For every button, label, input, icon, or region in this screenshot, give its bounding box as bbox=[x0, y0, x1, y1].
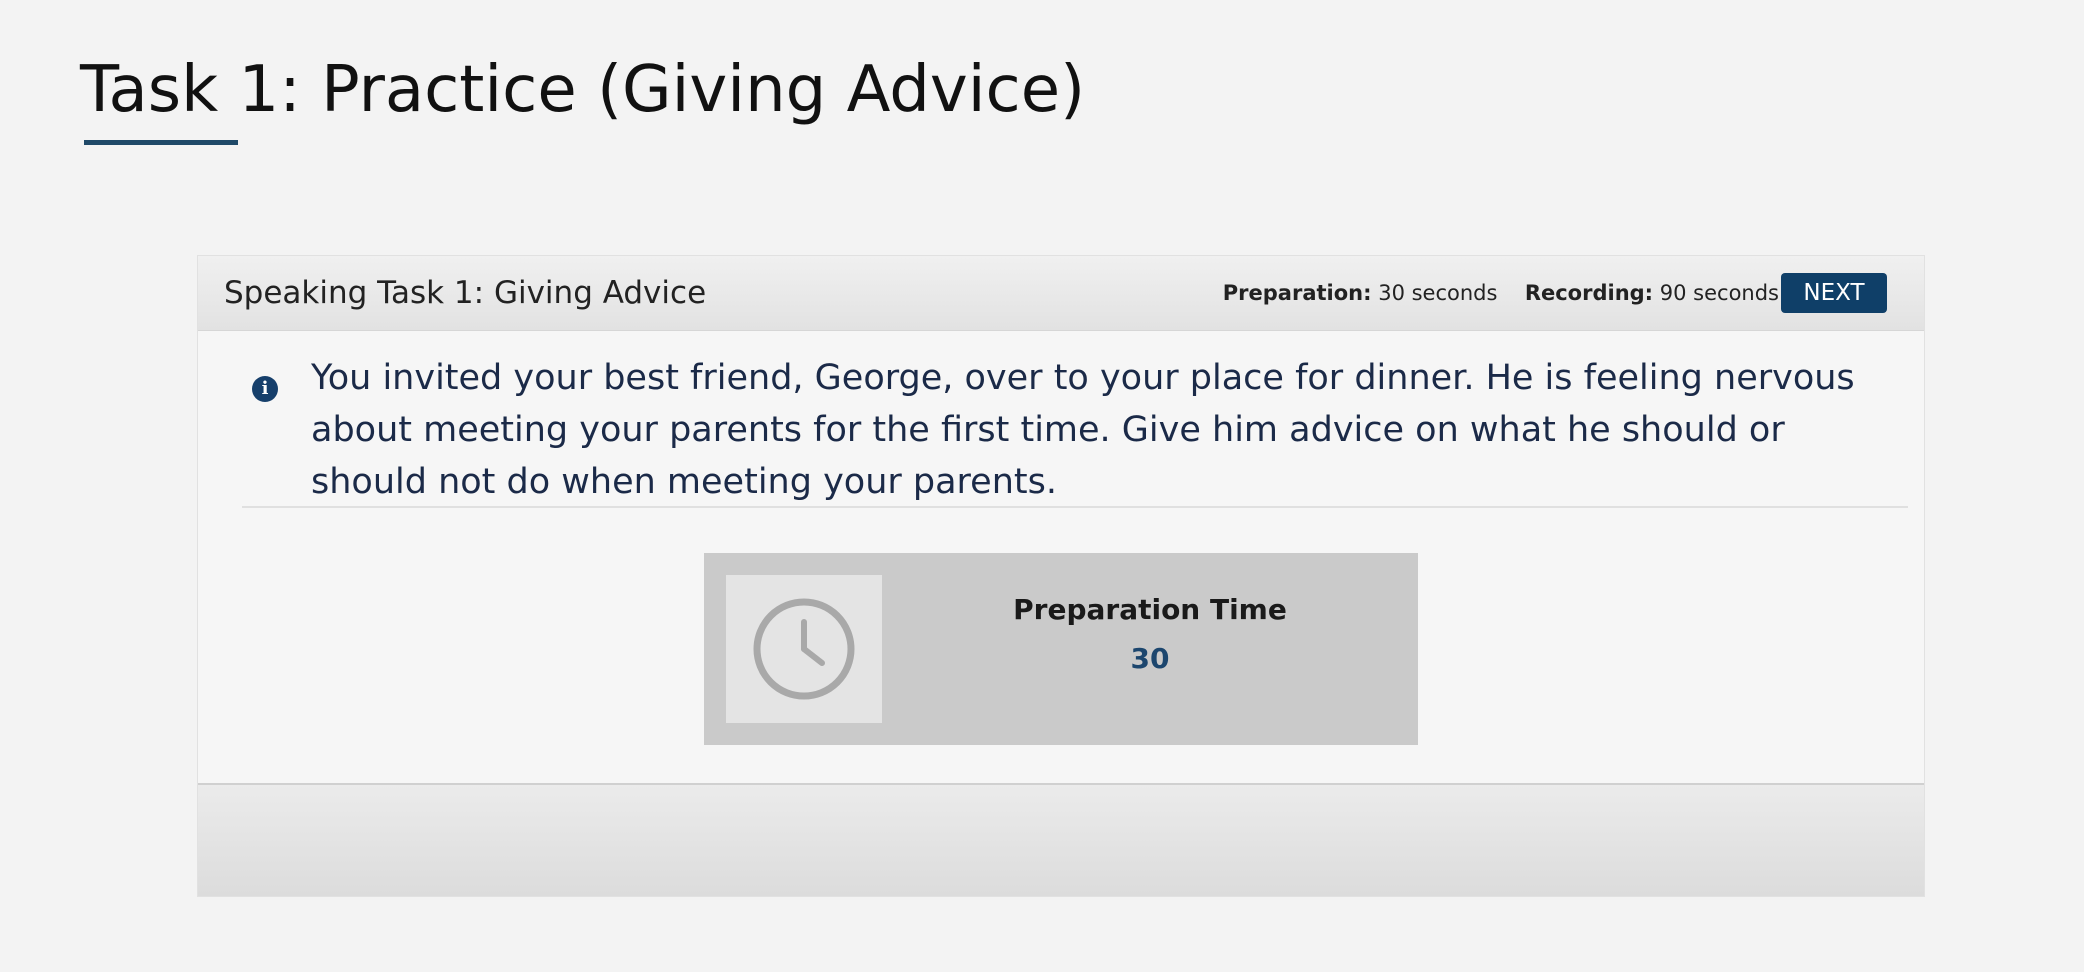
timer-label: Preparation Time bbox=[1013, 593, 1287, 626]
panel-footer bbox=[198, 783, 1924, 896]
info-icon: i bbox=[252, 376, 278, 402]
panel-header: Speaking Task 1: Giving Advice Preparati… bbox=[198, 256, 1924, 331]
recording-value: 90 seconds bbox=[1659, 281, 1779, 305]
preparation-value: 30 seconds bbox=[1378, 281, 1498, 305]
divider bbox=[242, 506, 1908, 508]
preparation-timer: Preparation Time 30 bbox=[704, 553, 1418, 745]
speaking-task-panel: Speaking Task 1: Giving Advice Preparati… bbox=[197, 255, 1925, 897]
clock-tile bbox=[726, 575, 882, 723]
recording-label: Recording: bbox=[1524, 281, 1654, 305]
clock-icon bbox=[753, 598, 855, 700]
slide-title: Task 1: Practice (Giving Advice) bbox=[80, 53, 1086, 127]
task-label: Speaking Task 1: Giving Advice bbox=[224, 275, 707, 311]
timer-value: 30 bbox=[1130, 642, 1170, 675]
task-prompt: You invited your best friend, George, ov… bbox=[311, 358, 1855, 502]
next-button[interactable]: NEXT bbox=[1781, 273, 1887, 313]
preparation-label: Preparation: bbox=[1222, 281, 1372, 305]
timing-info: Preparation: 30 seconds Recording: 90 se… bbox=[1223, 256, 1779, 331]
title-underline bbox=[84, 140, 238, 145]
